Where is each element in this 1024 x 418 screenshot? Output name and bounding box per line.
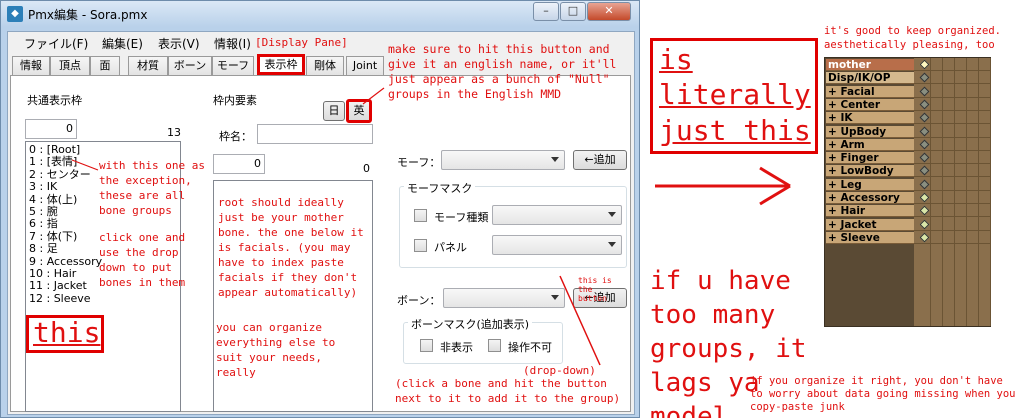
keyframe-diamond-icon bbox=[919, 165, 930, 176]
keyframe-diamond-icon bbox=[919, 205, 930, 216]
keyframe-diamond-icon bbox=[919, 112, 930, 123]
keyframe-diamond-icon bbox=[919, 86, 930, 97]
annotation-keep-organized: it's good to keep organized. aesthetical… bbox=[824, 25, 1002, 51]
mmd-frame-panel: mother Disp/IK/OP + Facial + Center + IK + Up… bbox=[824, 57, 991, 327]
annotation-organize: you can organize everything else to suit… bbox=[216, 321, 336, 379]
annotation-this-button: this is the button bbox=[578, 276, 612, 303]
grid-column-line bbox=[978, 58, 979, 326]
mmd-frame-row[interactable]: + Sleeve bbox=[826, 231, 914, 244]
mmd-frame-row[interactable]: + Accessory bbox=[826, 192, 914, 204]
annotation-this: this bbox=[26, 315, 104, 353]
mmd-frame-row[interactable]: + Center bbox=[826, 98, 914, 111]
keyframe-diamond-icon bbox=[919, 126, 930, 136]
keyframe-diamond-icon bbox=[919, 232, 930, 243]
mmd-frame-row[interactable]: + Finger bbox=[826, 152, 914, 165]
tab-display-frame[interactable]: 表示枠 bbox=[257, 54, 305, 75]
keyframe-diamond-icon bbox=[919, 152, 930, 163]
mmd-frame-row[interactable]: Disp/IK/OP bbox=[826, 72, 914, 85]
annotation-click-one: click one and use the drop down to put b… bbox=[99, 231, 186, 289]
mmd-frame-row[interactable]: + IK bbox=[826, 112, 914, 125]
keyframe-diamond-icon bbox=[919, 179, 930, 190]
annotation-copy-paste: if you organize it right, you don't have… bbox=[750, 375, 1016, 413]
annotation-root-note: root should ideally just be your mother … bbox=[218, 196, 364, 299]
mmd-frame-row[interactable]: mother bbox=[826, 59, 914, 71]
mmd-frame-row[interactable]: + LowBody bbox=[826, 165, 914, 178]
grid-column-line bbox=[942, 58, 943, 326]
keyframe-diamond-icon bbox=[919, 192, 930, 203]
grid-column-line bbox=[930, 58, 931, 326]
mmd-frame-row[interactable]: + Hair bbox=[826, 205, 914, 218]
mmd-frame-row[interactable]: + Arm bbox=[826, 138, 914, 151]
annotation-exception: with this one as the exception, these ar… bbox=[99, 159, 205, 217]
annotation-literally-2: literally bbox=[659, 78, 811, 111]
grid-column-line bbox=[966, 58, 967, 326]
annotation-english-name: make sure to hit this button and give it… bbox=[388, 42, 617, 101]
keyframe-diamond-icon bbox=[919, 72, 930, 83]
annotation-literally-3: just this bbox=[659, 114, 811, 147]
mmd-frame-row[interactable]: + Jacket bbox=[826, 218, 914, 231]
grid-column-line bbox=[990, 58, 991, 326]
annotation-click-bone: (click a bone and hit the button next to… bbox=[395, 377, 621, 405]
keyframe-diamond-icon bbox=[919, 99, 930, 110]
grid-column-line bbox=[954, 58, 955, 326]
mmd-frame-row[interactable]: + UpBody bbox=[826, 125, 914, 138]
annotation-literally-box: is literally just this bbox=[650, 38, 818, 154]
mmd-timeline-grid bbox=[914, 58, 991, 326]
mmd-frame-row[interactable]: + Leg bbox=[826, 178, 914, 191]
keyframe-diamond-icon bbox=[919, 219, 930, 230]
annotation-literally-1: is bbox=[659, 43, 693, 76]
keyframe-diamond-icon bbox=[919, 59, 930, 70]
mmd-frame-row[interactable]: + Facial bbox=[826, 85, 914, 98]
keyframe-diamond-icon bbox=[919, 139, 930, 150]
